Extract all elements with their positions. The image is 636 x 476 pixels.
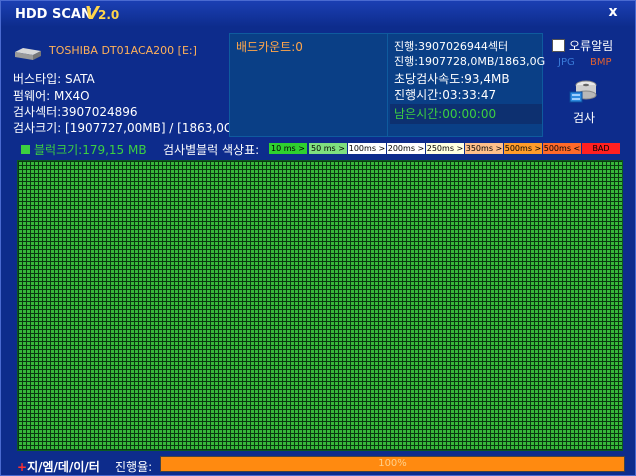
- legend-250ms: 250ms >: [426, 143, 464, 154]
- scan-size: 검사크기: [1907727,00MB] / [1863,0GI: [13, 121, 237, 135]
- legend-100ms: 100ms >: [348, 143, 386, 154]
- drive-name: TOSHIBA DT01ACA200 [E:]: [49, 44, 197, 57]
- legend-500ms-under: 500ms <: [543, 143, 581, 154]
- block-size: 블럭크기:179,15 MB: [34, 143, 147, 157]
- legend-500ms-over: 500ms >: [504, 143, 542, 154]
- footer-brand: +지/엠/데/이/터: [17, 458, 100, 475]
- error-alarm-label[interactable]: 오류알림: [569, 37, 613, 54]
- bad-count: 배드카운트:0: [236, 40, 303, 54]
- hard-drive-icon: [15, 48, 41, 60]
- plus-icon: +: [17, 460, 28, 474]
- legend-50ms: 50 ms >: [309, 143, 347, 154]
- firmware: 펌웨어: MX4O: [13, 89, 90, 103]
- footer-brand-text: 지/엠/데/이/터: [27, 460, 100, 474]
- close-button[interactable]: x: [603, 4, 623, 22]
- legend-bad: BAD: [582, 143, 620, 154]
- color-legend-title: 검사별블럭 색상표:: [163, 143, 260, 157]
- jpg-option[interactable]: JPG: [558, 57, 575, 68]
- scan-speed: 초당검사속도:93,4MB: [394, 72, 510, 86]
- elapsed-time: 진행시간:03:33:47: [394, 88, 497, 102]
- block-size-swatch: [21, 145, 30, 154]
- scan-button-label[interactable]: 검사: [573, 109, 595, 126]
- progress-bar: 100%: [160, 456, 625, 472]
- title-bar[interactable]: HDD SCAN V 2.0 x: [1, 1, 635, 27]
- app-window: HDD SCAN V 2.0 x TOSHIBA DT01ACA200 [E:]…: [0, 0, 636, 476]
- legend-350ms: 350ms >: [465, 143, 503, 154]
- progress-percent: 100%: [378, 458, 407, 469]
- remaining-time: 남은시간:00:00:00: [390, 104, 542, 124]
- title-v-mark: V: [85, 3, 99, 24]
- legend-10ms: 10 ms >: [269, 143, 307, 154]
- bad-count-panel: 배드카운트:0: [229, 33, 389, 137]
- scan-sectors: 검사섹터:3907024896: [13, 105, 138, 119]
- error-alarm-checkbox[interactable]: [552, 39, 565, 52]
- progress-sectors: 진행:3907026944섹터: [394, 40, 509, 53]
- stats-panel: 진행:3907026944섹터 진행:1907728,0MB/1863,0G 초…: [387, 33, 546, 137]
- app-title: HDD SCAN: [15, 7, 92, 22]
- block-map-grid: [17, 160, 623, 451]
- bmp-option[interactable]: BMP: [590, 57, 612, 68]
- legend-200ms: 200ms >: [387, 143, 425, 154]
- scan-disk-icon[interactable]: [569, 77, 599, 105]
- progress-size: 진행:1907728,0MB/1863,0G: [394, 55, 546, 68]
- app-version: 2.0: [98, 8, 120, 22]
- progress-label: 진행율:: [115, 460, 153, 474]
- bus-type: 버스타입: SATA: [13, 72, 95, 86]
